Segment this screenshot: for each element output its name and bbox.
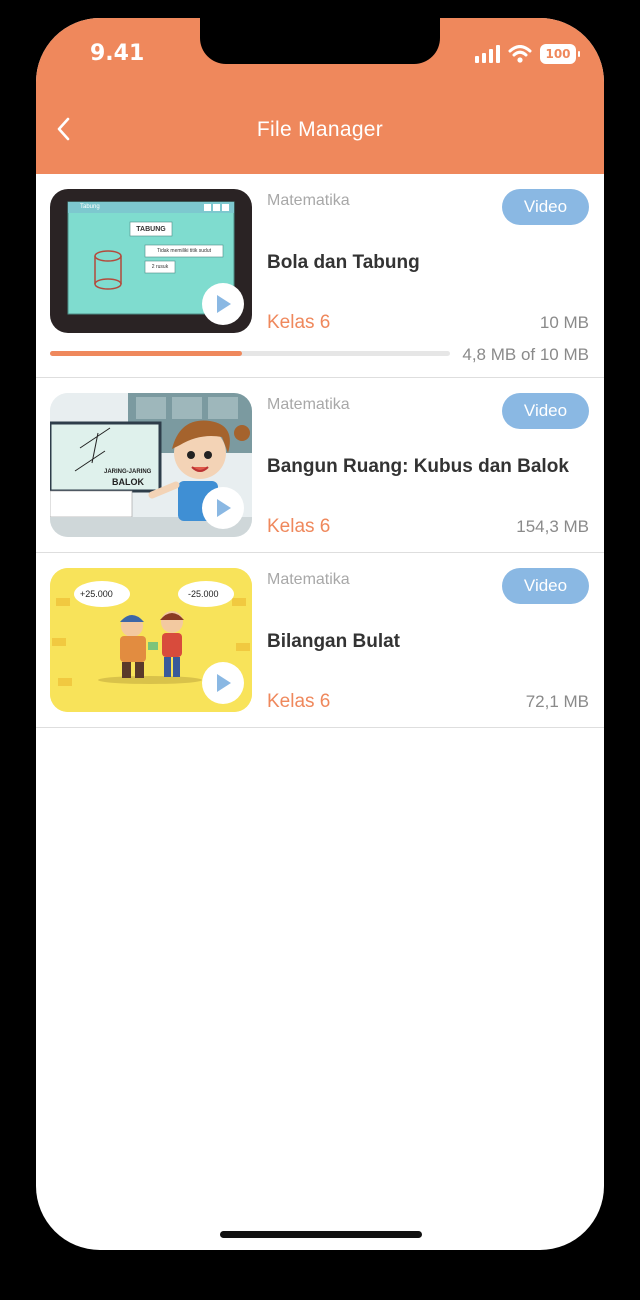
- grade-label: Kelas 6: [267, 312, 331, 333]
- thumb-label: BALOK: [112, 477, 144, 487]
- file-item[interactable]: JARING-JARING BALOK Matematika Video Ban…: [36, 378, 604, 553]
- thumb-label: JARING-JARING: [104, 469, 152, 475]
- grade-label: Kelas 6: [267, 516, 331, 537]
- status-time: 9.41: [90, 41, 145, 66]
- play-button[interactable]: [202, 487, 244, 529]
- thumb-note: 2 rusuk: [151, 264, 169, 270]
- wifi-icon: [508, 45, 532, 63]
- page-title: File Manager: [256, 118, 384, 141]
- grade-label: Kelas 6: [267, 691, 331, 712]
- play-icon: [217, 674, 231, 692]
- file-item[interactable]: +25.000 -25.000 Matematika Video Bilanga…: [36, 553, 604, 728]
- subject-label: Matematika: [267, 192, 350, 209]
- phone-screen: 9.41 100 File Manager Tabung TABUNG Tida…: [36, 18, 604, 1250]
- play-icon: [217, 295, 231, 313]
- subject-label: Matematika: [267, 396, 350, 413]
- file-list: Tabung TABUNG Tidak memiliki titik sudut…: [36, 174, 604, 728]
- app-header: 9.41 100 File Manager: [36, 18, 604, 174]
- file-size: 10 MB: [539, 313, 589, 332]
- file-size: 154,3 MB: [516, 517, 589, 536]
- video-thumbnail[interactable]: JARING-JARING BALOK: [50, 393, 252, 537]
- file-name: Bola dan Tabung: [267, 252, 420, 273]
- home-indicator: [220, 1231, 422, 1238]
- download-progress-bar: [50, 351, 450, 356]
- thumb-window-title: Tabung: [80, 204, 100, 210]
- video-badge[interactable]: Video: [502, 568, 589, 604]
- video-badge[interactable]: Video: [502, 393, 589, 429]
- status-icons: 100: [474, 44, 580, 64]
- video-badge[interactable]: Video: [502, 189, 589, 225]
- battery-icon: 100: [540, 44, 580, 64]
- play-icon: [217, 499, 231, 517]
- thumb-label: -25.000: [188, 589, 219, 599]
- device-notch: [200, 18, 440, 64]
- thumb-label: TABUNG: [136, 226, 166, 233]
- download-progress-fill: [50, 351, 242, 356]
- file-name: Bangun Ruang: Kubus dan Balok: [267, 456, 569, 477]
- signal-icon: [475, 45, 500, 63]
- file-size: 72,1 MB: [525, 692, 589, 711]
- file-item[interactable]: Tabung TABUNG Tidak memiliki titik sudut…: [36, 174, 604, 378]
- play-button[interactable]: [202, 283, 244, 325]
- video-thumbnail[interactable]: +25.000 -25.000: [50, 568, 252, 712]
- download-progress-text: 4,8 MB of 10 MB: [462, 345, 589, 364]
- thumb-label: +25.000: [80, 589, 113, 599]
- play-button[interactable]: [202, 662, 244, 704]
- subject-label: Matematika: [267, 571, 350, 588]
- video-thumbnail[interactable]: Tabung TABUNG Tidak memiliki titik sudut…: [50, 189, 252, 333]
- file-name: Bilangan Bulat: [267, 631, 401, 652]
- thumb-note: Tidak memiliki titik sudut: [157, 248, 211, 254]
